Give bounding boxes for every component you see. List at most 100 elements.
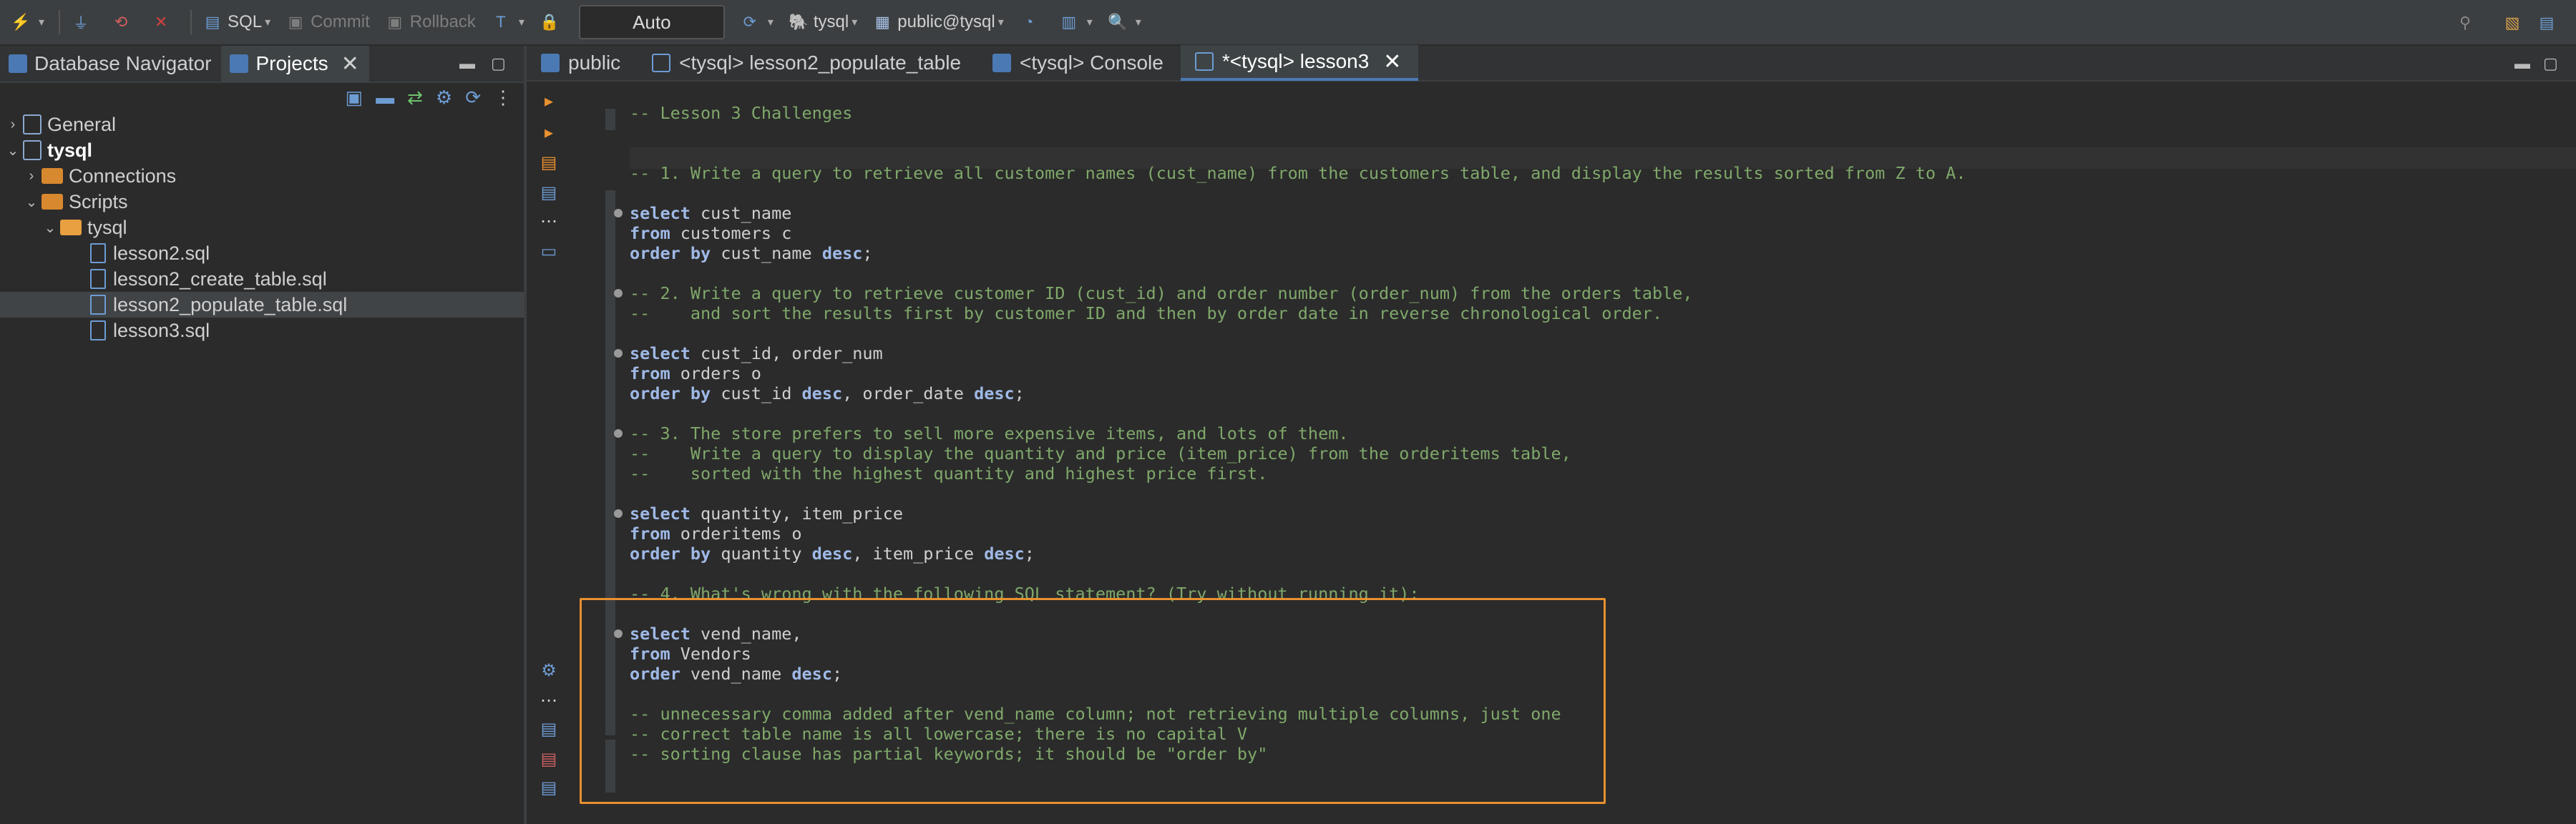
tab-public[interactable]: public — [527, 45, 638, 81]
tree-node-general[interactable]: › General — [0, 112, 524, 137]
punctuation: ; — [1014, 383, 1025, 403]
close-icon[interactable]: ✕ — [341, 52, 359, 77]
disconnect-all-icon: ✕ — [154, 13, 168, 31]
code-line: -- 3. The store prefers to sell more exp… — [614, 423, 2576, 443]
execute-script-icon[interactable]: ▤ — [538, 152, 560, 173]
tree-node-tysql-project[interactable]: ⌄ tysql — [0, 137, 524, 163]
statement-marker-icon — [614, 349, 623, 358]
tab-database-navigator[interactable]: Database Navigator — [0, 46, 221, 82]
tree-node-file-selected[interactable]: lesson2_populate_table.sql — [0, 292, 524, 318]
code-line: select cust_name — [614, 203, 2576, 223]
chevron-right-icon[interactable]: › — [21, 168, 42, 185]
sql-file-icon — [90, 269, 106, 289]
maximize-icon[interactable]: ▢ — [2543, 46, 2558, 82]
tree-node-file[interactable]: lesson3.sql — [0, 318, 524, 343]
history-button[interactable]: ⟳ ▾ — [739, 11, 774, 33]
dashboard-icon: ◔ — [1024, 13, 1034, 31]
settings-gear-icon[interactable]: ⚙ — [436, 87, 452, 109]
database-plug-icon: ⚡ — [11, 13, 31, 31]
open-perspective-icon[interactable]: ▧ — [2502, 12, 2523, 34]
identifier: quantity, item_price — [690, 504, 904, 524]
schema-icon: ▦ — [874, 13, 890, 31]
console-icon — [992, 54, 1012, 72]
fold-marker — [605, 109, 615, 130]
chevron-down-icon[interactable]: ⌄ — [40, 219, 60, 237]
tab-lesson3[interactable]: *<tysql> lesson3 ✕ — [1180, 45, 1419, 81]
minimize-icon[interactable]: ▬ — [2514, 46, 2530, 82]
chevron-down-icon: ▾ — [518, 16, 525, 29]
perspective-icon[interactable]: ▤ — [2536, 12, 2557, 34]
db-connect-button[interactable]: ⚡ ▾ — [10, 11, 44, 33]
commit-icon: ▣ — [288, 13, 303, 31]
tab-projects[interactable]: Projects ✕ — [221, 46, 369, 82]
minimize-icon[interactable]: ▬ — [459, 46, 475, 82]
maximize-icon[interactable]: ▢ — [491, 46, 506, 82]
more-actions-icon[interactable]: ⋯ — [538, 210, 560, 232]
chevron-down-icon[interactable]: ⌄ — [21, 193, 42, 211]
schema-selector[interactable]: ▦ public@tysql ▾ — [872, 11, 1004, 33]
dashboard-button[interactable]: ◔ — [1018, 11, 1044, 33]
global-search-icon[interactable]: ⚲ — [2454, 12, 2476, 34]
chevron-right-icon[interactable]: › — [3, 117, 23, 133]
tree-label: lesson2_populate_table.sql — [113, 293, 348, 315]
collapse-all-icon[interactable]: ▬ — [376, 87, 394, 109]
file-error-icon[interactable]: ▤ — [538, 748, 560, 770]
variables-icon[interactable]: ▤ — [538, 777, 560, 798]
annotation-highlight-box — [580, 598, 1606, 804]
main-toolbar: ⚡ ▾ ⏚ ⟲ ✕ ▤ SQL ▾ ▣ Commit ▣ Rollback T ▾ 🔒 Au… — [0, 0, 2576, 46]
statement-marker-icon — [614, 509, 623, 518]
chevron-down-icon[interactable]: ⌄ — [3, 142, 23, 160]
code-line: from customers c — [630, 223, 2576, 243]
tree-label: Scripts — [69, 190, 128, 212]
tree-node-tysql-folder[interactable]: ⌄ tysql — [0, 215, 524, 240]
tree-label: General — [47, 113, 117, 135]
commit-mode-selector[interactable]: Auto — [578, 5, 725, 39]
comment: -- 2. Write a query to retrieve customer… — [630, 283, 1693, 303]
tab-label: Database Navigator — [34, 52, 212, 74]
search-tool-button[interactable]: 🔍 ▾ — [1107, 11, 1141, 33]
refresh-icon[interactable]: ⟳ — [465, 87, 481, 109]
view-menu-icon[interactable]: ⋮ — [494, 87, 512, 109]
disconnect-button[interactable]: ⏚ — [70, 11, 96, 33]
export-icon[interactable]: ▤ — [538, 718, 560, 740]
configure-resources-icon[interactable]: ▣ — [346, 87, 364, 109]
link-editor-icon[interactable]: ⇄ — [407, 87, 423, 109]
tree-node-connections[interactable]: › Connections — [0, 163, 524, 189]
transaction-icon: T — [496, 13, 506, 31]
erd-button[interactable]: ▥ ▾ — [1058, 11, 1092, 33]
tab-console[interactable]: <tysql> Console — [978, 45, 1181, 81]
code-line: select cust_id, order_num — [614, 343, 2576, 363]
commit-button[interactable]: ▣ Commit — [285, 11, 370, 33]
datasource-selector[interactable]: 🐘 tysql ▾ — [788, 11, 857, 33]
terminal-icon[interactable]: ▭ — [538, 240, 560, 262]
more-actions-icon[interactable]: ⋯ — [538, 690, 560, 711]
tab-lesson2-populate-table[interactable]: <tysql> lesson2_populate_table — [638, 45, 978, 81]
history-icon: ⟳ — [743, 13, 757, 31]
lock-button[interactable]: 🔒 — [539, 11, 565, 33]
tree-node-file[interactable]: lesson2_create_table.sql — [0, 266, 524, 292]
connections-folder-icon — [42, 168, 63, 184]
transaction-mode-button[interactable]: T ▾ — [490, 11, 525, 33]
chevron-down-icon: ▾ — [39, 16, 45, 29]
execute-statement-icon[interactable]: ▸ — [538, 90, 560, 112]
explain-plan-icon[interactable]: ▤ — [538, 182, 560, 203]
disconnect-all-button[interactable]: ✕ — [150, 11, 176, 33]
settings-gear-icon[interactable]: ⚙ — [538, 659, 560, 681]
reconnect-button[interactable]: ⟲ — [110, 11, 136, 33]
sql-editor-button[interactable]: ▤ SQL ▾ — [202, 11, 270, 33]
tree-node-file[interactable]: lesson2.sql — [0, 240, 524, 266]
rollback-button[interactable]: ▣ Rollback — [384, 11, 476, 33]
keyword: from — [630, 524, 670, 544]
identifier: , order_date — [842, 383, 975, 403]
close-icon[interactable]: ✕ — [1383, 49, 1401, 74]
identifier: , item_price — [852, 544, 985, 564]
statement-marker-icon — [614, 429, 623, 438]
keyword: from — [630, 363, 670, 383]
rollback-label: Rollback — [409, 12, 476, 31]
tree-label: lesson2.sql — [113, 242, 210, 264]
tree-node-scripts[interactable]: ⌄ Scripts — [0, 189, 524, 215]
execute-new-tab-icon[interactable]: ▸ — [538, 122, 560, 143]
